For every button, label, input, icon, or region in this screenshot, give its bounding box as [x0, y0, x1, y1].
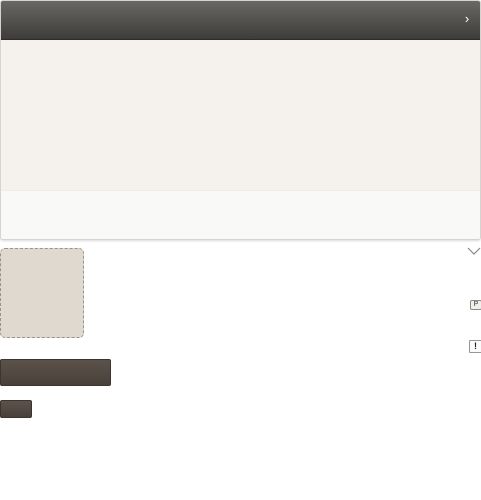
parking-badge-icon[interactable]: P	[470, 300, 481, 310]
chevron-right-icon[interactable]: ›	[460, 10, 474, 28]
alert-icon[interactable]: !	[469, 340, 481, 353]
chevron-down-icon[interactable]	[467, 245, 481, 257]
secondary-button[interactable]	[0, 400, 32, 418]
image-dropzone[interactable]	[0, 248, 84, 338]
panel-footer	[1, 190, 480, 239]
panel-body	[1, 40, 480, 190]
content-panel: ›	[0, 0, 481, 240]
primary-button[interactable]	[0, 359, 111, 386]
panel-header: ›	[1, 1, 480, 40]
